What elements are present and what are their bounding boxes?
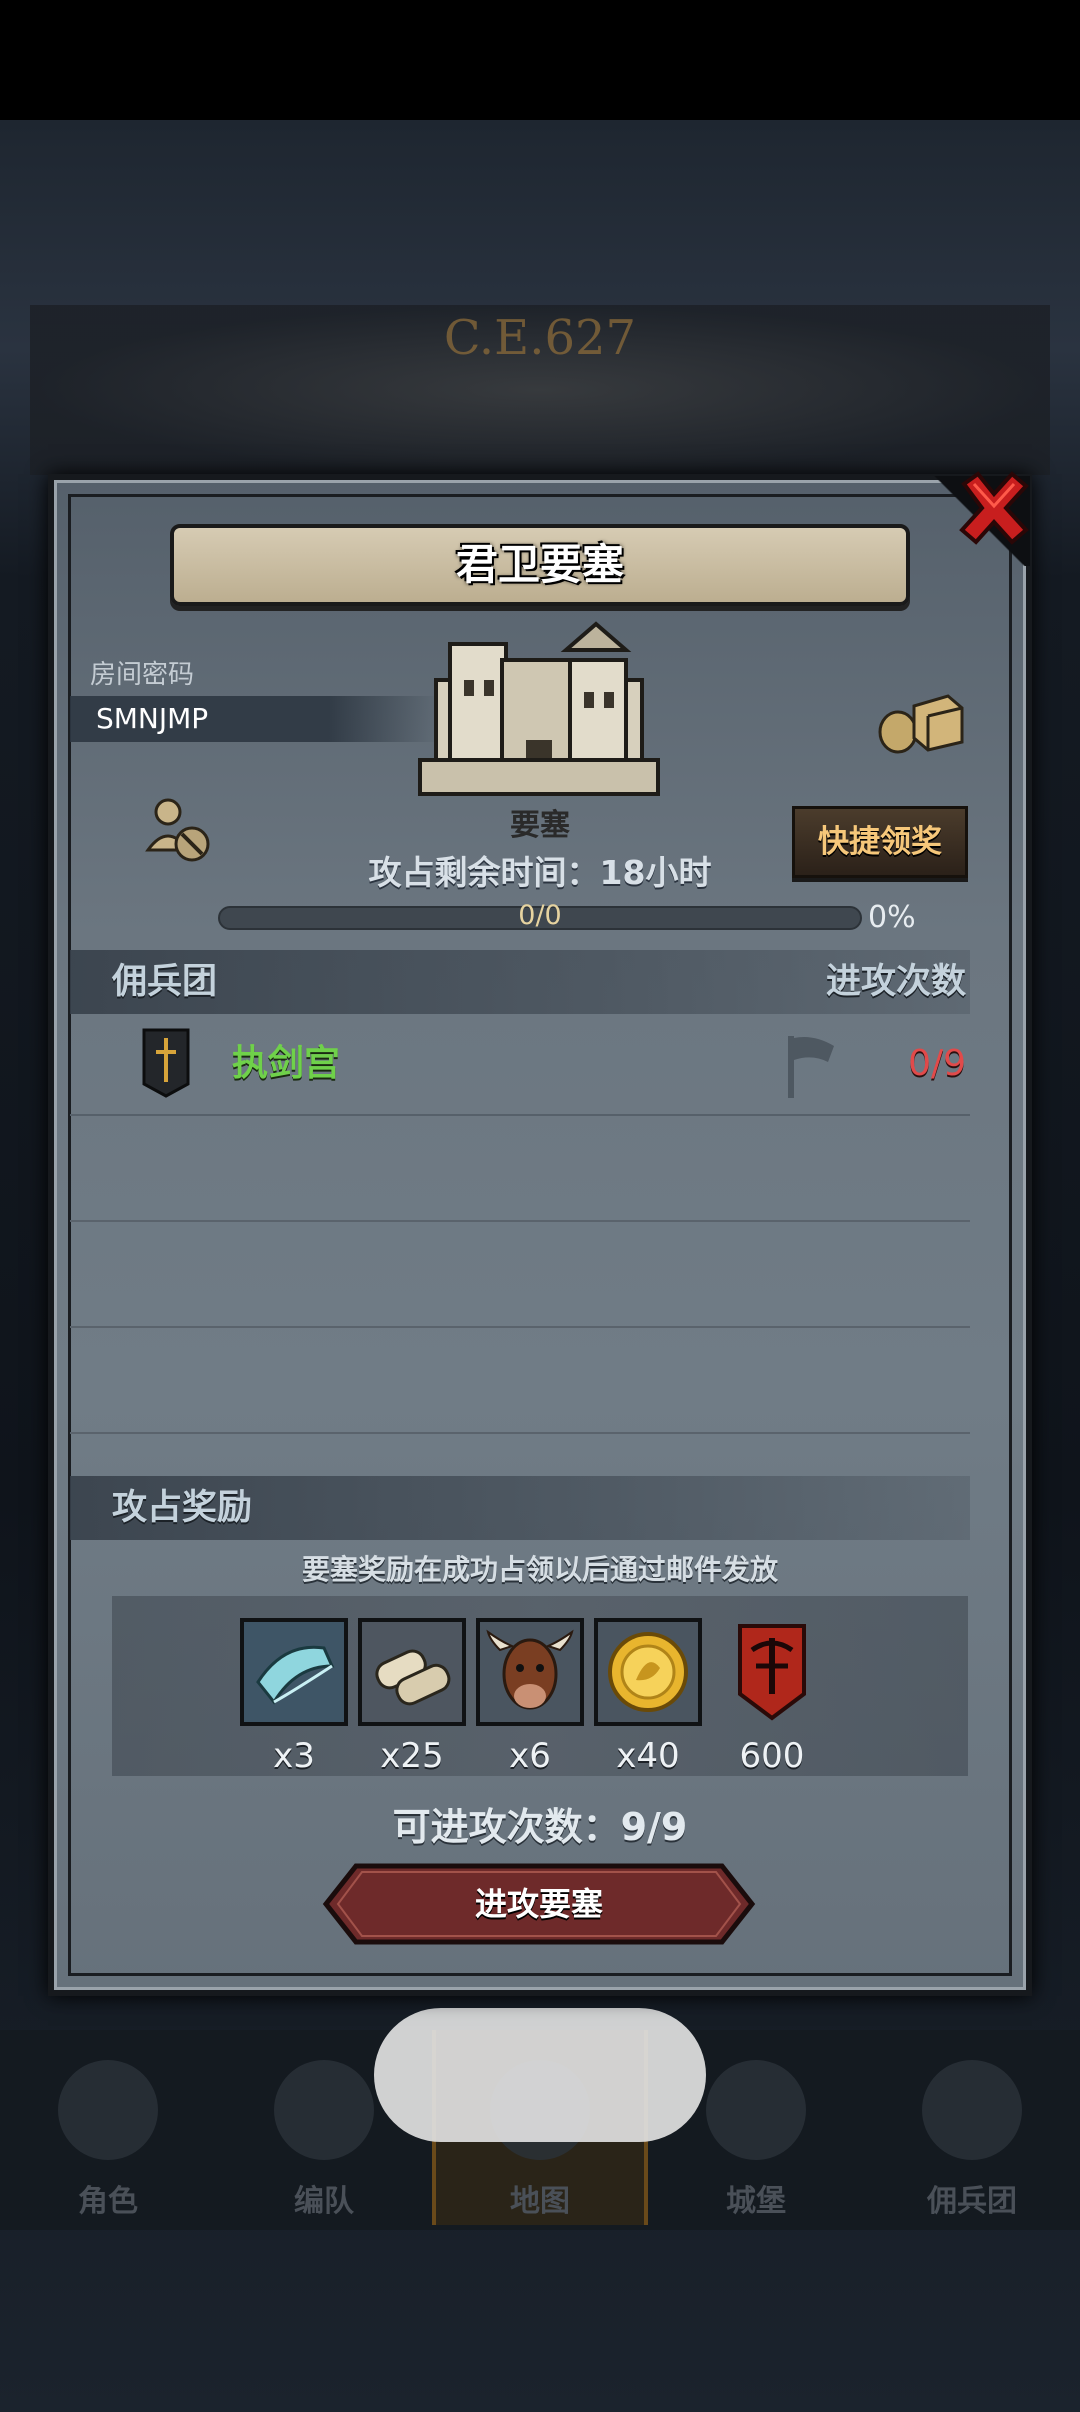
status-bar <box>0 0 1080 120</box>
row-divider <box>70 1432 970 1434</box>
reward-item[interactable]: 600 <box>718 1618 826 1776</box>
nav-label: 佣兵团 <box>927 2184 1017 2219</box>
available-attacks: 可进攻次数：9/9 <box>392 1805 688 1849</box>
reward-section-title: 攻占奖励 <box>112 1488 253 1528</box>
home-indicator[interactable] <box>374 2008 706 2142</box>
attack-fortress-label: 进攻要塞 <box>474 1885 603 1923</box>
scroll-icon <box>358 1618 466 1726</box>
red-banner-icon <box>718 1618 826 1726</box>
mercenary-attack-count: 0/9 <box>908 1043 966 1084</box>
reward-section-header: 攻占奖励 <box>70 1476 970 1540</box>
attack-fortress-button[interactable]: 进攻要塞 <box>322 1862 756 1946</box>
mercenary-section-title: 佣兵团 <box>112 962 218 1002</box>
capture-progress-text: 0/0 <box>518 900 562 931</box>
reward-count: x40 <box>616 1736 680 1776</box>
room-password-label: 房间密码 <box>90 660 195 690</box>
close-button[interactable] <box>954 468 1034 548</box>
mercenary-section-header: 佣兵团 进攻次数 <box>70 950 970 1014</box>
cattle-icon <box>476 1618 584 1726</box>
gold-coin-icon <box>594 1618 702 1726</box>
flag-icon <box>788 1036 834 1098</box>
castle-icon <box>706 2060 806 2160</box>
fortress-icon <box>418 621 660 796</box>
knight-icon <box>58 2060 158 2160</box>
nav-item-mercenaries[interactable]: 佣兵团 <box>864 2030 1080 2225</box>
reward-item[interactable]: x6 <box>476 1618 584 1776</box>
nav-label: 角色 <box>78 2184 138 2219</box>
year-banner-text: C.E.627 <box>443 310 637 366</box>
nav-label: 城堡 <box>726 2184 786 2219</box>
reward-count: 600 <box>739 1736 805 1776</box>
mercenary-row[interactable]: 执剑宫 0/9 <box>70 1012 970 1116</box>
reward-item[interactable]: x25 <box>358 1618 466 1776</box>
room-code-band: SMNJMP <box>70 696 440 742</box>
reward-item[interactable]: x3 <box>240 1618 348 1776</box>
row-divider <box>70 1220 970 1222</box>
mercenary-icon <box>922 2060 1022 2160</box>
dialog-title-banner: 君卫要塞 <box>170 524 910 606</box>
supply-chest-icon[interactable] <box>876 686 966 756</box>
row-divider <box>70 1326 970 1328</box>
dialog-title: 君卫要塞 <box>455 540 624 589</box>
attack-count-header: 进攻次数 <box>825 962 966 1002</box>
remaining-time: 攻占剩余时间：18小时 <box>368 853 712 892</box>
mercenary-name: 执剑宫 <box>232 1043 341 1084</box>
nav-label: 地图 <box>510 2184 570 2219</box>
formation-icon <box>274 2060 374 2160</box>
cloth-icon <box>240 1618 348 1726</box>
nav-item-character[interactable]: 角色 <box>0 2030 216 2225</box>
sword-emblem-icon <box>142 1028 190 1098</box>
close-icon <box>959 471 1029 545</box>
reward-item[interactable]: x40 <box>594 1618 702 1776</box>
room-code: SMNJMP <box>96 702 209 735</box>
capture-progress-percent: 0% <box>868 900 916 935</box>
nav-label: 编队 <box>294 2184 354 2219</box>
reward-note: 要塞奖励在成功占领以后通过邮件发放 <box>301 1553 778 1586</box>
